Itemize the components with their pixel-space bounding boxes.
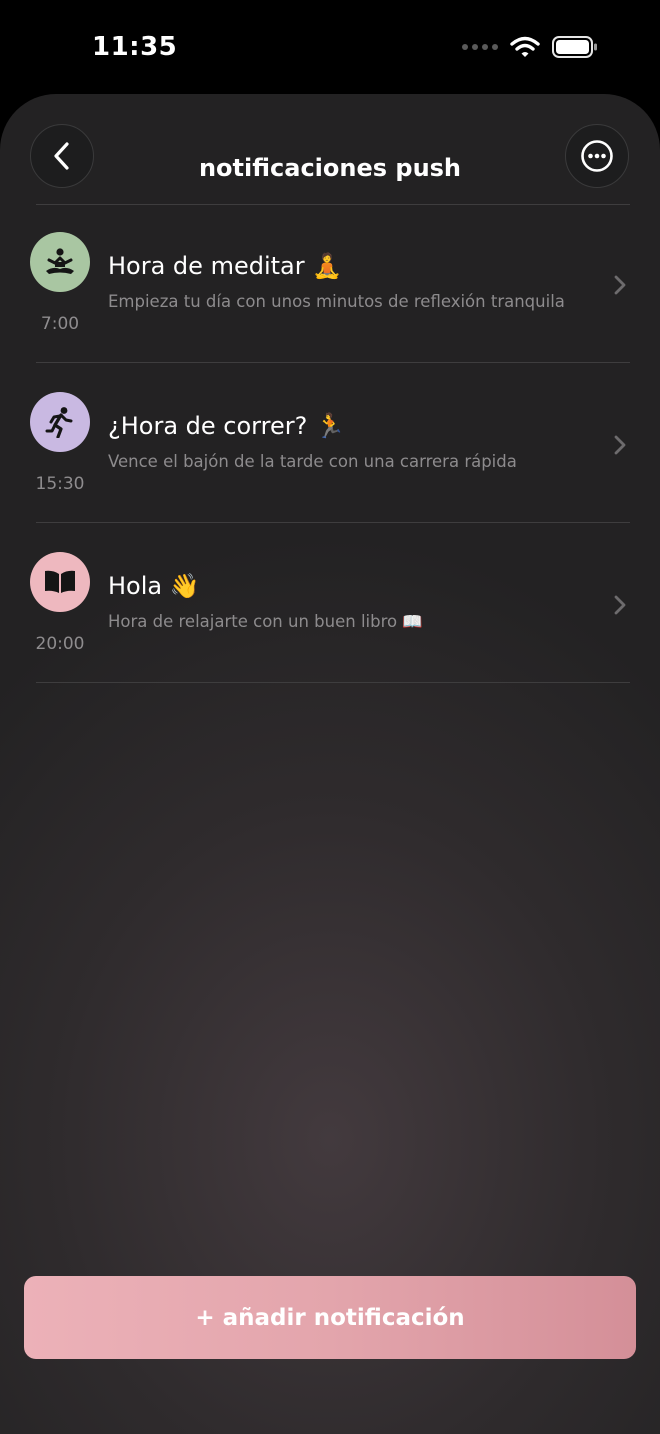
notification-title: Hora de meditar 🧘 [108, 252, 343, 280]
notification-time: 20:00 [35, 634, 85, 654]
divider [36, 682, 630, 683]
status-icons [462, 36, 598, 58]
notification-row[interactable]: 15:30 ¿Hora de correr? 🏃 Vence el bajón … [0, 364, 660, 522]
wifi-icon [510, 36, 540, 57]
notifications-sheet: notificaciones push 7:00 Hora de meditar… [0, 94, 660, 1434]
add-notification-button[interactable]: + añadir notificación [24, 1276, 636, 1359]
page-title: notificaciones push [198, 154, 462, 182]
more-horizontal-icon [581, 140, 613, 172]
book-icon [45, 570, 75, 593]
notification-time: 7:00 [40, 314, 80, 334]
chevron-right-icon [614, 595, 626, 615]
notification-avatar [30, 392, 90, 452]
notification-subtitle: Empieza tu día con unos minutos de refle… [108, 292, 565, 311]
notification-row[interactable]: 20:00 Hola 👋 Hora de relajarte con un bu… [0, 524, 660, 682]
notification-title: Hola 👋 [108, 572, 200, 600]
status-time: 11:35 [92, 32, 178, 62]
notification-avatar [30, 232, 90, 292]
divider [36, 522, 630, 523]
chevron-right-icon [614, 435, 626, 455]
running-icon [45, 407, 73, 438]
notification-avatar [30, 552, 90, 612]
chevron-right-icon [614, 275, 626, 295]
notification-subtitle: Hora de relajarte con un buen libro 📖 [108, 612, 423, 631]
battery-icon [552, 36, 597, 58]
notification-title: ¿Hora de correr? 🏃 [108, 412, 345, 440]
notification-time: 15:30 [35, 474, 85, 494]
divider [36, 362, 630, 363]
more-options-button[interactable] [565, 124, 629, 188]
cellular-signal-icon [462, 44, 498, 50]
notification-subtitle: Vence el bajón de la tarde con una carre… [108, 452, 517, 471]
notification-row[interactable]: 7:00 Hora de meditar 🧘 Empieza tu día co… [0, 204, 660, 362]
status-bar: 11:35 [0, 0, 660, 94]
meditation-icon [46, 248, 74, 274]
